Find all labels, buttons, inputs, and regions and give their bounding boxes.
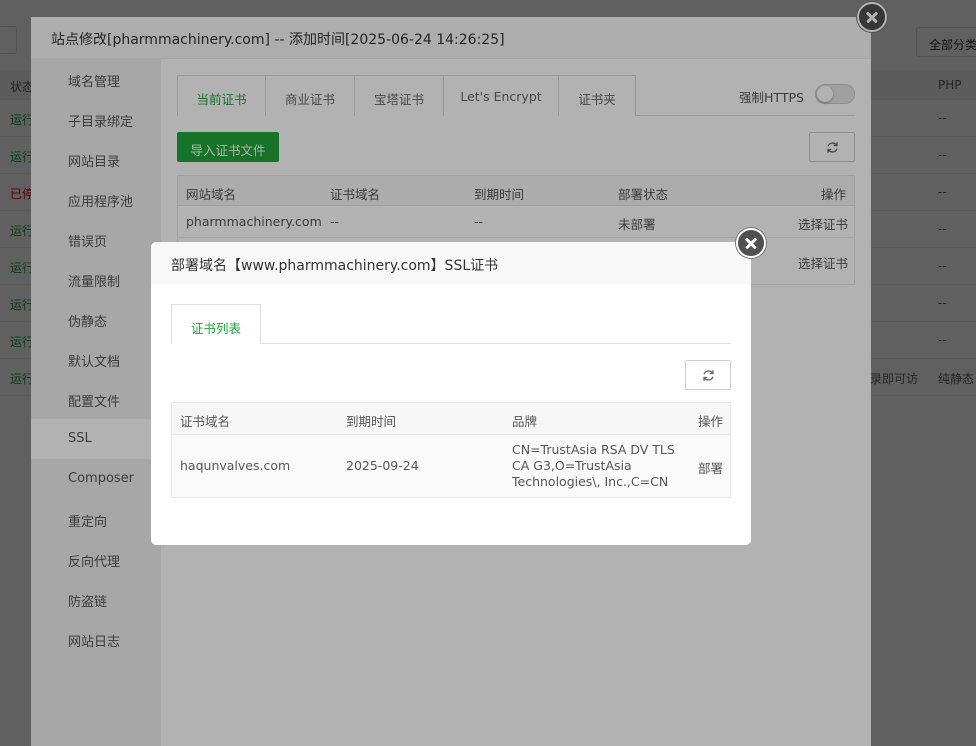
- cert-domain: haqunvalves.com: [180, 458, 291, 473]
- cert-list-header: 证书域名 到期时间 品牌 操作: [172, 403, 730, 435]
- ssl-dialog-title: 部署域名【www.pharmmachinery.com】SSL证书: [151, 242, 751, 284]
- col-brand: 品牌: [512, 414, 538, 429]
- tab-cert-list[interactable]: 证书列表: [171, 304, 261, 344]
- cert-list-tabs: 证书列表: [171, 304, 731, 344]
- col-expire: 到期时间: [346, 414, 397, 429]
- cert-list-table: 证书域名 到期时间 品牌 操作 haqunvalves.com 2025-09-…: [171, 402, 731, 498]
- refresh-icon: [703, 370, 714, 381]
- table-row: haqunvalves.com 2025-09-24 CN=TrustAsia …: [172, 435, 730, 497]
- cert-list-refresh-button[interactable]: [685, 360, 731, 390]
- col-action: 操作: [698, 414, 724, 429]
- col-cert-domain: 证书域名: [180, 414, 231, 429]
- ssl-deploy-dialog: 部署域名【www.pharmmachinery.com】SSL证书 证书列表 证…: [151, 228, 766, 545]
- ssl-dialog-close-icon[interactable]: [736, 228, 766, 258]
- deploy-link[interactable]: 部署: [698, 458, 723, 477]
- cert-brand: CN=TrustAsia RSA DV TLS CA G3,O=TrustAsi…: [512, 442, 675, 489]
- cert-expire: 2025-09-24: [346, 458, 419, 473]
